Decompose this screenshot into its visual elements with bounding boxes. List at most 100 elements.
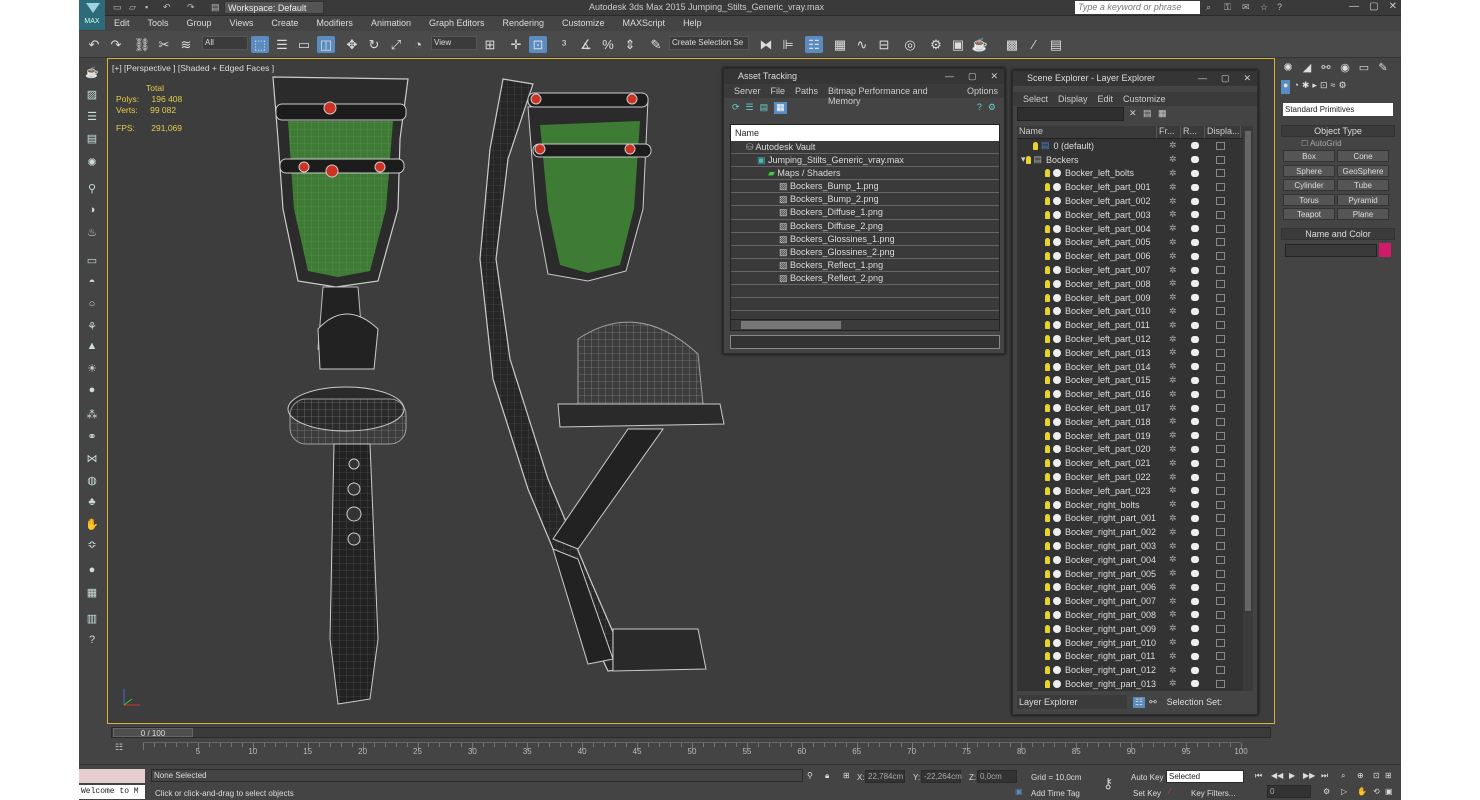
visibility-bulb-icon[interactable] — [1045, 266, 1050, 275]
scale-icon[interactable]: ⤢ — [387, 36, 405, 53]
display-box-icon[interactable] — [1216, 362, 1225, 371]
freeze-icon[interactable]: ✲ — [1169, 472, 1177, 483]
zoom-all-icon[interactable]: ⊕ — [1357, 771, 1364, 780]
menu-create[interactable]: Create — [262, 16, 307, 31]
display-box-icon[interactable] — [1216, 279, 1225, 288]
visibility-bulb-icon[interactable] — [1045, 197, 1050, 206]
asset-row[interactable]: ▰ Maps / Shaders — [731, 167, 999, 181]
visibility-bulb-icon[interactable] — [1045, 486, 1050, 495]
display-box-icon[interactable] — [1216, 335, 1225, 344]
minimize-icon[interactable]: — — [1349, 1, 1359, 12]
minimize-icon[interactable]: — — [1198, 71, 1207, 86]
visibility-bulb-icon[interactable] — [1045, 335, 1050, 344]
visibility-bulb-icon[interactable] — [1045, 431, 1050, 440]
key-filters-button[interactable]: Key Filters... — [1191, 789, 1235, 798]
object-row[interactable]: Bocker_right_part_011 ✲ — [1017, 649, 1243, 663]
angle-snap-icon[interactable]: ∡ — [577, 36, 595, 53]
cylinder-button[interactable]: Cylinder — [1283, 179, 1335, 191]
object-row[interactable]: Bocker_left_part_012 ✲ — [1017, 332, 1243, 346]
move-icon[interactable]: ✥ — [343, 36, 361, 53]
utilities-tab-icon[interactable]: ✎ — [1375, 61, 1391, 75]
object-row[interactable]: Bocker_left_part_010 ✲ — [1017, 305, 1243, 319]
render-frame-icon[interactable]: ▤ — [1047, 36, 1065, 53]
mirror-icon[interactable]: ⧓ — [757, 36, 775, 53]
freeze-icon[interactable]: ✲ — [1169, 140, 1177, 151]
freeze-icon[interactable]: ✲ — [1169, 320, 1177, 331]
display-box-icon[interactable] — [1216, 445, 1225, 454]
motion-tab-icon[interactable]: ◉ — [1337, 61, 1353, 75]
renderable-icon[interactable] — [1191, 514, 1199, 522]
display-box-icon[interactable] — [1216, 321, 1225, 330]
freeze-icon[interactable]: ✲ — [1169, 527, 1177, 538]
asset-menu-paths[interactable]: Paths — [791, 84, 824, 98]
go-to-start-icon[interactable]: ⏮ — [1255, 771, 1262, 781]
object-row[interactable]: Bocker_left_part_015 ✲ — [1017, 374, 1243, 388]
object-row[interactable]: Bocker_right_part_009 ✲ — [1017, 622, 1243, 636]
display-box-icon[interactable] — [1216, 252, 1225, 261]
app-logo-icon[interactable]: MAX — [79, 0, 105, 30]
freeze-icon[interactable]: ✲ — [1169, 251, 1177, 262]
renderable-icon[interactable] — [1191, 183, 1199, 191]
display-box-icon[interactable] — [1216, 473, 1225, 482]
visibility-bulb-icon[interactable] — [1045, 500, 1050, 509]
clear-filter-icon[interactable]: ✕ — [1129, 108, 1137, 119]
asset-row[interactable]: ▨ Bockers_Bump_2.png — [731, 193, 999, 207]
visibility-bulb-icon[interactable] — [1045, 569, 1050, 578]
freeze-icon[interactable]: ✲ — [1169, 678, 1177, 689]
scene-filter-input[interactable] — [1017, 107, 1124, 121]
add-time-tag[interactable]: Add Time Tag — [1031, 789, 1080, 798]
explorer-type-dropdown[interactable]: Layer Explorer — [1017, 695, 1127, 709]
menu-rendering[interactable]: Rendering — [494, 16, 554, 31]
renderable-icon[interactable] — [1191, 570, 1199, 578]
y-coordinate-field[interactable]: -22,264cm — [921, 770, 962, 783]
renderable-icon[interactable] — [1191, 639, 1199, 647]
visibility-bulb-icon[interactable] — [1045, 638, 1050, 647]
binoculars-icon[interactable]: ⌕ — [1206, 2, 1211, 13]
geometry-icon[interactable]: ● — [1281, 80, 1291, 94]
renderable-icon[interactable] — [1191, 294, 1199, 302]
object-type-rollout[interactable]: Object Type — [1281, 125, 1395, 137]
rotate-icon[interactable]: ↻ — [365, 36, 383, 53]
freeze-icon[interactable]: ✲ — [1169, 444, 1177, 455]
object-row[interactable]: Bocker_left_part_020 ✲ — [1017, 443, 1243, 457]
align-icon[interactable]: ⊫ — [779, 36, 797, 53]
x-coordinate-field[interactable]: 22,784cm — [865, 770, 905, 783]
sheet-icon[interactable]: ▤ — [83, 132, 101, 147]
asset-menu-bitmap-performance-and-memory[interactable]: Bitmap Performance and Memory — [824, 84, 963, 106]
renderable-icon[interactable] — [1191, 418, 1199, 426]
particles-icon[interactable]: ⁂ — [83, 408, 101, 423]
placement-icon[interactable]: ◔ — [409, 36, 427, 53]
curve-editor-mini-icon[interactable]: ☷ — [115, 742, 123, 753]
object-row[interactable]: Bocker_right_part_013 ✲ — [1017, 677, 1243, 691]
object-row[interactable]: Bocker_left_part_013 ✲ — [1017, 346, 1243, 360]
visibility-bulb-icon[interactable] — [1045, 390, 1050, 399]
visibility-bulb-icon[interactable] — [1045, 321, 1050, 330]
freeze-icon[interactable]: ✲ — [1169, 651, 1177, 662]
asset-menu-file[interactable]: File — [767, 84, 792, 98]
reference-coordinate-dropdown[interactable]: View — [431, 36, 477, 50]
auto-key-button[interactable]: Auto Key — [1131, 773, 1163, 782]
object-row[interactable]: Bocker_right_part_012 ✲ — [1017, 663, 1243, 677]
freeze-icon[interactable]: ✲ — [1169, 430, 1177, 441]
asset-row[interactable]: ▨ Bockers_Reflect_1.png — [731, 259, 999, 272]
maxscript-listener[interactable] — [79, 769, 145, 783]
sun-icon[interactable]: ☀ — [83, 362, 101, 377]
grass-icon[interactable]: ⚘ — [83, 320, 101, 335]
visibility-bulb-icon[interactable] — [1045, 404, 1050, 413]
asset-row[interactable]: ▨ Bockers_Bump_1.png — [731, 180, 999, 194]
renderable-icon[interactable] — [1191, 363, 1199, 371]
teapot-icon[interactable]: ☕ — [83, 66, 101, 81]
set-key-marker-icon[interactable]: ⁄ — [1169, 787, 1170, 796]
object-row[interactable]: Bocker_left_part_023 ✲ — [1017, 484, 1243, 498]
asset-menu-server[interactable]: Server — [730, 84, 767, 98]
teapots-icon[interactable]: ♨ — [83, 226, 101, 241]
new-layer-icon[interactable]: ▤ — [1143, 108, 1152, 119]
visibility-bulb-icon[interactable] — [1045, 279, 1050, 288]
object-row[interactable]: Bocker_left_part_019 ✲ — [1017, 429, 1243, 443]
display-box-icon[interactable] — [1216, 431, 1225, 440]
renderable-icon[interactable] — [1191, 487, 1199, 495]
play-icon[interactable]: ▶ — [1289, 771, 1295, 780]
visibility-bulb-icon[interactable] — [1045, 459, 1050, 468]
visibility-bulb-icon[interactable] — [1045, 597, 1050, 606]
window-crossing-icon[interactable]: ◫ — [317, 36, 335, 53]
